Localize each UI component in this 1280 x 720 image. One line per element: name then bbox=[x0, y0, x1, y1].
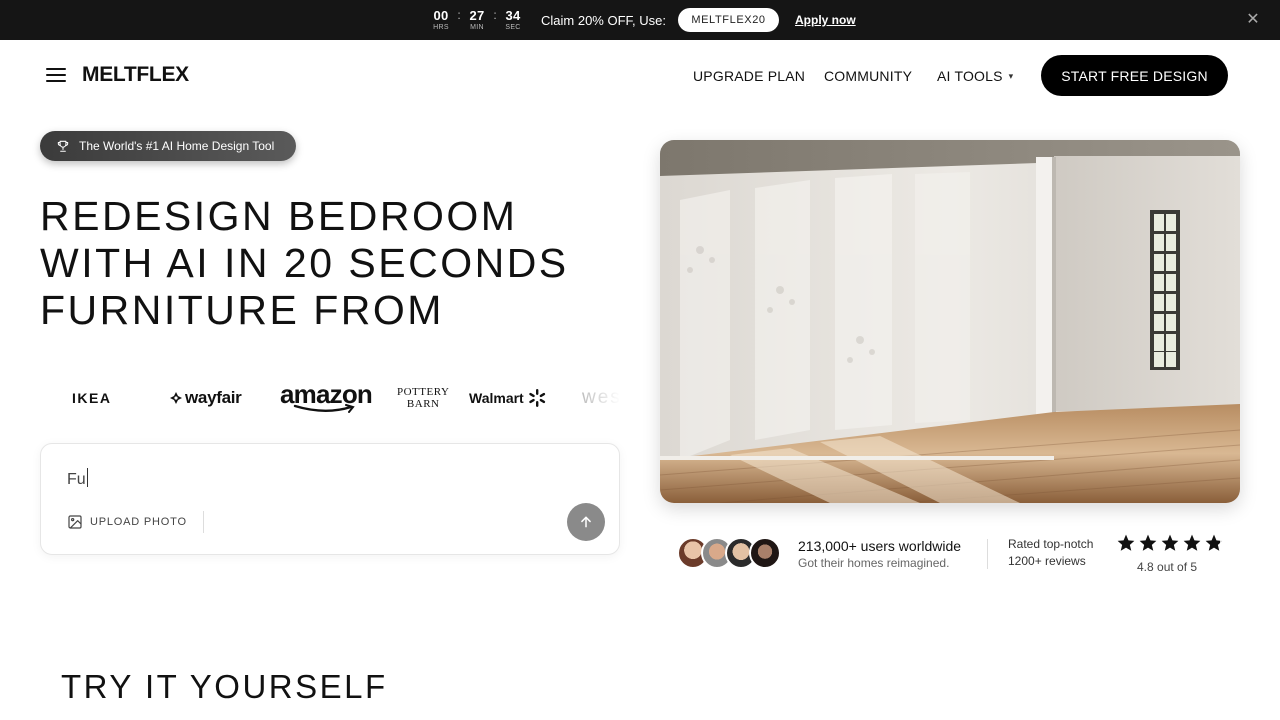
award-badge: The World's #1 AI Home Design Tool bbox=[40, 131, 296, 161]
star-icon bbox=[1161, 534, 1179, 551]
rating-score: 4.8 out of 5 bbox=[1137, 560, 1198, 574]
upload-photo-label: UPLOAD PHOTO bbox=[90, 516, 187, 528]
prompt-input-value: Fu bbox=[67, 471, 86, 488]
award-badge-text: The World's #1 AI Home Design Tool bbox=[79, 139, 275, 153]
wayfair-pinwheel-icon bbox=[170, 392, 182, 404]
timer-minutes-label: MIN bbox=[470, 24, 484, 31]
design-prompt-card: Fu UPLOAD PHOTO bbox=[40, 443, 620, 555]
carousel-fade bbox=[560, 376, 620, 420]
prompt-input[interactable]: Fu bbox=[67, 468, 467, 489]
promo-bar: 00 HRS : 27 MIN : 34 SEC Claim 20% OFF, … bbox=[0, 0, 1280, 40]
hero-heading-line: REDESIGN BEDROOM bbox=[40, 193, 518, 239]
hero-heading: REDESIGN BEDROOM WITH AI IN 20 SECONDS F… bbox=[40, 193, 569, 334]
timer-seconds: 34 SEC bbox=[502, 8, 524, 32]
hero-heading-line: WITH AI IN 20 SECONDS bbox=[40, 240, 569, 286]
nav-community[interactable]: COMMUNITY bbox=[824, 68, 912, 84]
nav-upgrade-plan[interactable]: UPGRADE PLAN bbox=[693, 68, 805, 84]
promo-text: Claim 20% OFF, Use: bbox=[541, 13, 666, 28]
timer-hours: 00 HRS bbox=[430, 8, 452, 32]
timer-minutes: 27 MIN bbox=[466, 8, 488, 32]
submit-button[interactable] bbox=[567, 503, 605, 541]
chevron-down-icon: ▾ bbox=[1008, 71, 1014, 81]
wayfair-logo-text: wayfair bbox=[185, 388, 242, 407]
star-icon bbox=[1183, 534, 1201, 551]
countdown-timer: 00 HRS : 27 MIN : 34 SEC bbox=[430, 8, 524, 32]
timer-separator: : bbox=[457, 8, 461, 22]
nav-ai-tools-label: AI TOOLS bbox=[937, 68, 1003, 84]
promo-code[interactable]: MELTFLEX20 bbox=[678, 8, 779, 32]
trophy-icon bbox=[57, 140, 69, 152]
image-icon bbox=[68, 515, 82, 529]
pottery-barn-line1: POTTERY bbox=[397, 386, 450, 398]
star-icon bbox=[1117, 534, 1135, 551]
hero-room-image bbox=[660, 140, 1240, 503]
close-icon[interactable]: ✕ bbox=[1245, 12, 1261, 28]
star-icon bbox=[1205, 534, 1223, 551]
users-subtitle: Got their homes reimagined. bbox=[798, 556, 950, 570]
wayfair-logo: wayfair bbox=[170, 376, 242, 420]
timer-hours-value: 00 bbox=[433, 8, 449, 23]
walmart-spark-icon bbox=[528, 389, 545, 407]
timer-hours-label: HRS bbox=[433, 24, 449, 31]
walmart-logo: Walmart bbox=[469, 376, 546, 420]
rated-label: Rated top-notch bbox=[1008, 537, 1094, 551]
start-free-design-button[interactable]: START FREE DESIGN bbox=[1041, 55, 1228, 96]
upload-photo-button[interactable]: UPLOAD PHOTO bbox=[67, 514, 187, 530]
timer-seconds-label: SEC bbox=[505, 24, 521, 31]
star-icon bbox=[1139, 534, 1157, 551]
divider bbox=[203, 511, 204, 533]
pottery-barn-logo: POTTERY BARN bbox=[397, 376, 449, 420]
arrow-up-icon bbox=[581, 516, 591, 528]
logo[interactable]: MELTFLEX bbox=[82, 63, 189, 87]
apply-now-link[interactable]: Apply now bbox=[795, 13, 856, 27]
hamburger-menu-icon[interactable] bbox=[46, 68, 66, 82]
divider bbox=[987, 539, 988, 569]
star-rating bbox=[1116, 533, 1224, 553]
amazon-logo: amazon bbox=[280, 376, 373, 420]
empty-room-illustration bbox=[660, 140, 1240, 503]
hero-heading-line: FURNITURE FROM bbox=[40, 287, 444, 333]
timer-seconds-value: 34 bbox=[505, 8, 521, 23]
avatar bbox=[749, 537, 781, 569]
timer-minutes-value: 27 bbox=[469, 8, 485, 23]
pottery-barn-line2: BARN bbox=[406, 398, 440, 410]
brand-carousel: IKEA wayfair amazon POTTERY BARN Walmart bbox=[60, 376, 620, 420]
users-count: 213,000+ users worldwide bbox=[798, 538, 962, 554]
amazon-smile-icon bbox=[293, 404, 355, 413]
walmart-logo-text: Walmart bbox=[469, 390, 524, 406]
reviews-count: 1200+ reviews bbox=[1008, 554, 1086, 568]
section-title: TRY IT YOURSELF bbox=[61, 668, 388, 705]
amazon-logo-text: amazon bbox=[280, 379, 373, 409]
text-caret bbox=[86, 468, 88, 487]
ikea-logo: IKEA bbox=[72, 390, 112, 406]
nav-ai-tools[interactable]: AI TOOLS ▾ bbox=[937, 68, 1013, 84]
timer-separator: : bbox=[493, 8, 497, 22]
